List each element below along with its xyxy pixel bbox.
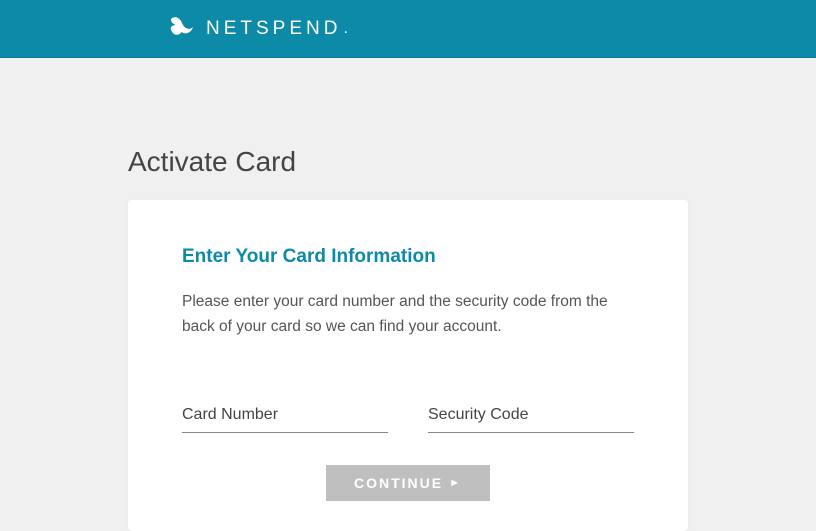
main-content: Activate Card Enter Your Card Informatio… — [0, 146, 816, 531]
continue-button-label: CONTINUE — [354, 475, 443, 491]
netspend-logo-icon — [168, 16, 196, 41]
form-fields — [182, 400, 634, 433]
app-header: NETSPEND . — [0, 0, 816, 58]
brand-period: . — [343, 20, 347, 38]
section-title: Enter Your Card Information — [182, 246, 634, 268]
brand-wordmark: NETSPEND — [206, 18, 341, 40]
continue-arrow-icon: ► — [449, 477, 462, 489]
page-title: Activate Card — [128, 146, 688, 178]
card-number-input[interactable] — [182, 400, 388, 433]
activation-card: Enter Your Card Information Please enter… — [128, 200, 688, 531]
continue-button[interactable]: CONTINUE ► — [326, 465, 490, 501]
security-code-field — [428, 400, 634, 433]
security-code-input[interactable] — [428, 400, 634, 433]
form-actions: CONTINUE ► — [182, 465, 634, 501]
card-number-field — [182, 400, 388, 433]
instruction-text: Please enter your card number and the se… — [182, 290, 634, 340]
brand-logo: NETSPEND . — [168, 16, 348, 41]
